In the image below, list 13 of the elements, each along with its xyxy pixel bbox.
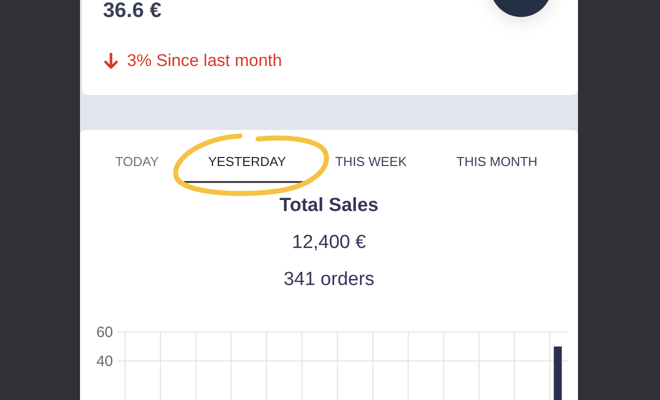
orders-count: 341 orders [282, 269, 376, 291]
period-tab[interactable]: TODAY [90, 150, 184, 183]
sales-amount: 12,400 € [291, 232, 367, 254]
trend-text: 3% Since last month [127, 51, 282, 71]
period-tab[interactable]: THIS MONTH [432, 150, 562, 183]
chart-bar [554, 346, 562, 400]
period-tab[interactable]: YESTERDAY [184, 150, 310, 183]
axis-tick-label: 60 [96, 324, 113, 341]
balance-value: 36.6 € [103, 0, 162, 22]
period-tab[interactable]: THIS WEEK [310, 150, 432, 183]
sales-title: Total Sales [278, 195, 380, 217]
arrow-icon [103, 52, 119, 70]
axis-tick-label: 40 [96, 353, 113, 370]
